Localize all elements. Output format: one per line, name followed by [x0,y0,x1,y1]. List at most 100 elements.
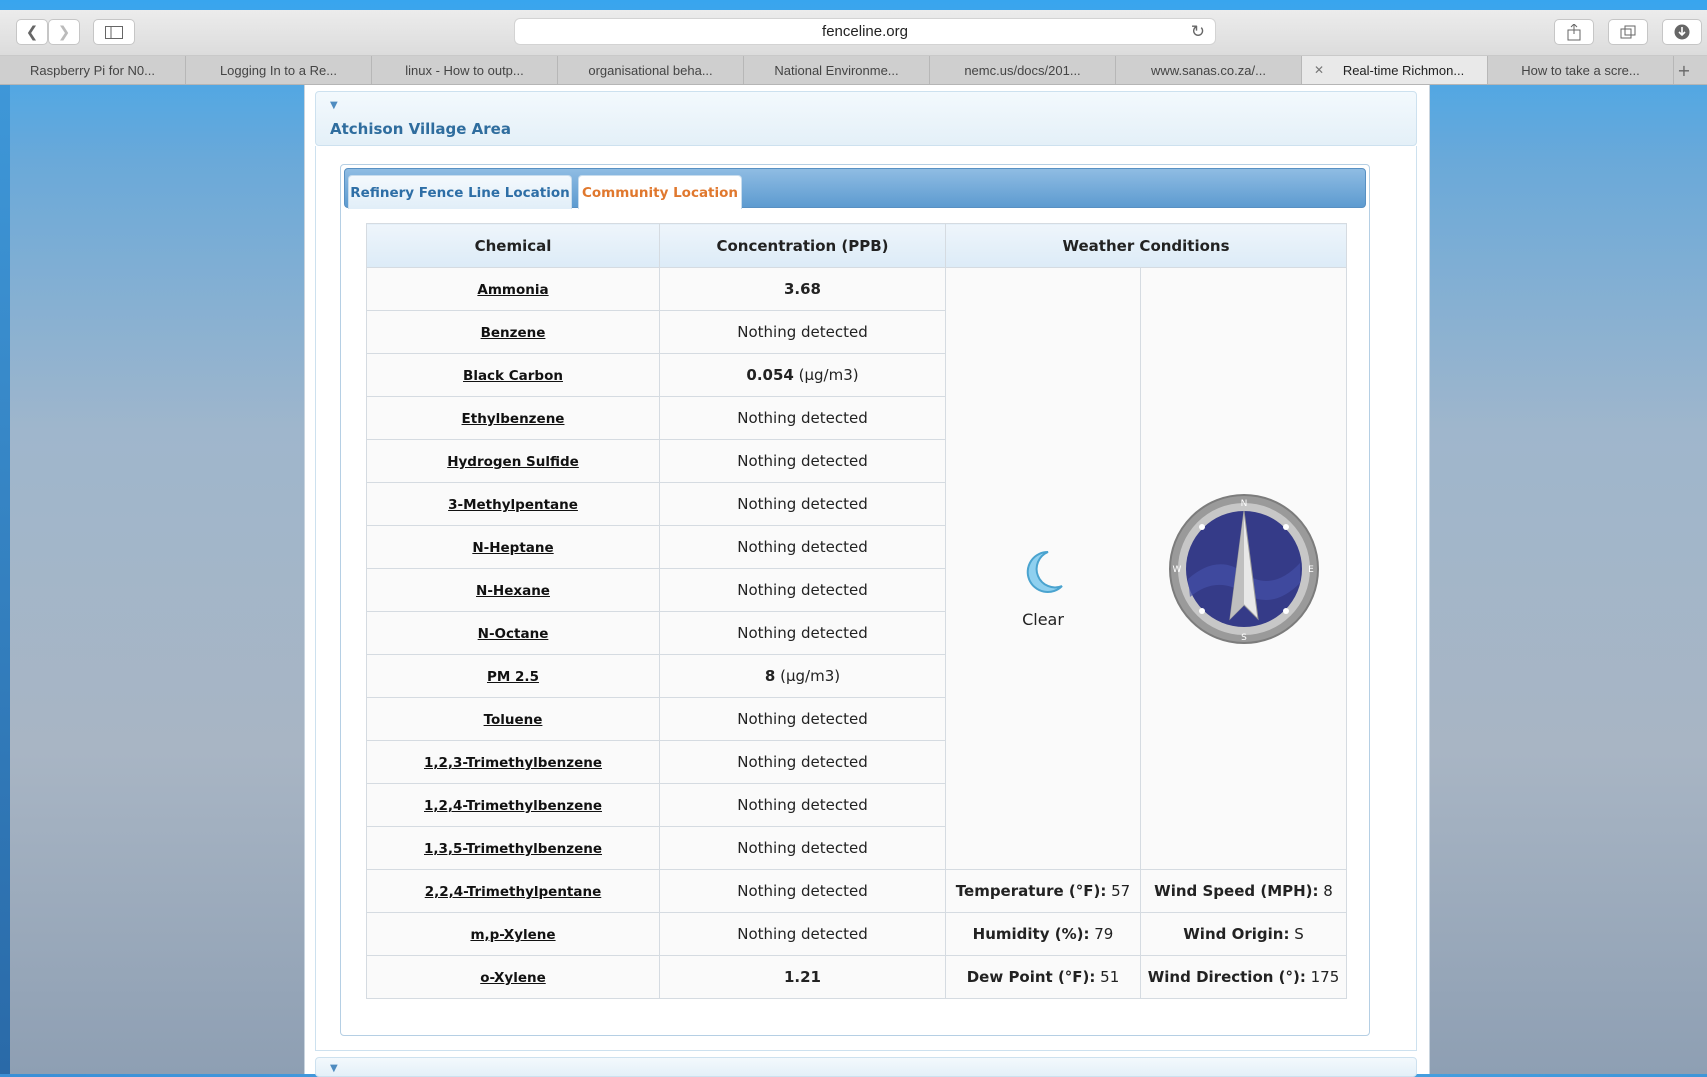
share-icon [1567,23,1581,40]
browser-tab[interactable]: nemc.us/docs/201... [930,56,1116,84]
browser-tab-label: Logging In to a Re... [219,62,338,78]
concentration-unit: Nothing detected [737,925,868,943]
sidebar-button[interactable] [93,19,135,45]
weather-stat-value: 79 [1089,925,1114,943]
forward-button[interactable]: ❯ [48,19,80,45]
download-icon [1674,24,1690,40]
chemical-cell: 1,2,4-Trimethylbenzene [366,783,660,827]
chemical-link[interactable]: 2,2,4-Trimethylpentane [425,884,602,900]
column-header-concentration: Concentration (PPB) [659,223,946,268]
chemical-link[interactable]: m,p-Xylene [470,927,555,943]
back-button[interactable]: ❮ [16,19,48,45]
concentration-cell: Nothing detected [659,869,946,913]
chemical-link[interactable]: 1,2,4-Trimethylbenzene [424,798,602,814]
concentration-unit: Nothing detected [737,452,868,470]
browser-tab[interactable]: organisational beha... [558,56,744,84]
concentration-unit: Nothing detected [737,753,868,771]
browser-tab[interactable]: ✕ Real-time Richmon... [1302,56,1488,84]
weather-stat-value: S [1289,925,1304,943]
concentration-unit: (µg/m3) [775,667,841,685]
column-header-chemical: Chemical [366,223,660,268]
tabs-overview-button[interactable] [1608,19,1648,45]
chemical-link[interactable]: Black Carbon [463,368,563,384]
browser-tab[interactable]: How to take a scre... [1488,56,1674,84]
chemical-link[interactable]: Hydrogen Sulfide [447,454,579,470]
address-bar[interactable]: fenceline.org ↻ [514,18,1216,45]
weather-stat-label: Wind Origin: [1183,925,1290,943]
compass-icon: N S E W [1168,493,1319,644]
browser-tab[interactable]: Logging In to a Re... [186,56,372,84]
close-icon[interactable]: ✕ [1314,63,1324,77]
concentration-unit: Nothing detected [737,323,868,341]
chemical-link[interactable]: Ammonia [477,282,548,298]
weather-stat-value: 8 [1318,882,1333,900]
compass-south-label: S [1241,633,1247,643]
chemical-link[interactable]: N-Octane [478,626,549,642]
weather-stat-value: 57 [1106,882,1131,900]
chemical-cell: N-Octane [366,611,660,655]
tab-community-location[interactable]: Community Location [578,175,742,209]
browser-tab[interactable]: National Environme... [744,56,930,84]
chemical-link[interactable]: 1,2,3-Trimethylbenzene [424,755,602,771]
weather-stat-label: Humidity (%): [972,925,1090,943]
share-button[interactable] [1554,19,1594,45]
chevron-right-icon: ❯ [57,23,71,41]
chemical-table: Chemical Concentration (PPB) Weather Con… [366,223,1348,999]
concentration-cell: 8 (µg/m3) [659,654,946,698]
concentration-cell: Nothing detected [659,310,946,354]
reload-icon[interactable]: ↻ [1191,22,1205,42]
chemical-link[interactable]: o-Xylene [480,970,546,986]
chemical-cell: 1,3,5-Trimethylbenzene [366,826,660,870]
concentration-cell: Nothing detected [659,912,946,956]
address-url: fenceline.org [822,23,908,40]
chemical-cell: N-Heptane [366,525,660,569]
chemical-link[interactable]: Toluene [484,712,543,728]
concentration-cell: Nothing detected [659,439,946,483]
compass-north-label: N [1240,499,1247,509]
chemical-link[interactable]: PM 2.5 [487,669,539,685]
browser-tab[interactable]: Raspberry Pi for N0... [0,56,186,84]
chevron-left-icon: ❮ [25,23,39,41]
table-row: 2,2,4-Trimethylpentane Nothing detected Te… [366,869,1348,913]
browser-tab[interactable]: linux - How to outp... [372,56,558,84]
chemical-link[interactable]: Benzene [481,325,546,341]
table-row: Ammonia 3.68 Clear N S E W [366,267,1348,870]
next-section-header[interactable]: ▼ [315,1057,1417,1077]
concentration-cell: Nothing detected [659,482,946,526]
chemical-cell: o-Xylene [366,955,660,999]
moon-icon [1026,550,1063,593]
compass-west-label: W [1172,565,1181,575]
concentration-unit: Nothing detected [737,495,868,513]
column-header-weather: Weather Conditions [944,223,1348,268]
concentration-cell: 0.054 (µg/m3) [659,353,946,397]
chemical-link[interactable]: N-Hexane [476,583,550,599]
weather-stat-label: Temperature (°F): [955,882,1107,900]
weather-condition-label: Clear [1022,610,1064,629]
weather-stat-humidity: Humidity (%): 79 [945,912,1141,956]
concentration-value: 0.054 [746,366,794,384]
caret-down-icon[interactable]: ▼ [330,100,338,111]
weather-stat-label: Dew Point (°F): [966,968,1096,986]
weather-stat-wind-direction: Wind Direction (°): 175 [1139,955,1348,999]
tab-refinery-fence-line[interactable]: Refinery Fence Line Location [348,175,572,209]
chemical-link[interactable]: N-Heptane [472,540,553,556]
concentration-cell: 3.68 [659,267,946,311]
downloads-button[interactable] [1662,19,1702,45]
chemical-link[interactable]: Ethylbenzene [462,411,565,427]
caret-down-icon[interactable]: ▼ [330,1063,338,1074]
browser-tab[interactable]: www.sanas.co.za/... [1116,56,1302,84]
desktop-edge [0,84,10,1074]
concentration-cell: Nothing detected [659,396,946,440]
chemical-link[interactable]: 3-Methylpentane [448,497,578,513]
weather-stat-value: 175 [1305,968,1340,986]
concentration-value: 1.21 [783,968,821,986]
page-content: ▼ Atchison Village Area Refinery Fence L… [304,85,1430,1077]
concentration-cell: Nothing detected [659,826,946,870]
chemical-link[interactable]: 1,3,5-Trimethylbenzene [424,841,602,857]
browser-tab-bar: Raspberry Pi for N0... Logging In to a Re… [0,56,1707,85]
section-header[interactable]: ▼ Atchison Village Area [315,91,1417,146]
chemical-cell: Toluene [366,697,660,741]
chemical-cell: Benzene [366,310,660,354]
concentration-unit: Nothing detected [737,409,868,427]
new-tab-button[interactable]: + [1674,56,1694,84]
